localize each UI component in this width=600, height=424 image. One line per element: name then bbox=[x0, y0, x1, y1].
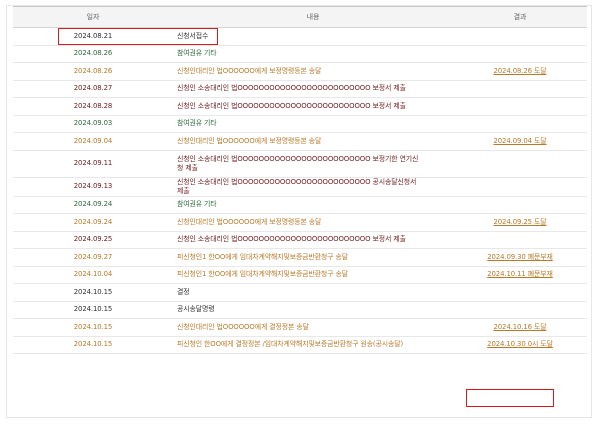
table-row: 2024.10.15 신청인대리인 법OOOOOO에게 결정정본 송달 2024… bbox=[13, 318, 587, 337]
row-date: 2024.08.27 bbox=[13, 80, 173, 98]
row-date: 2024.10.04 bbox=[13, 266, 173, 284]
row-result bbox=[453, 283, 587, 302]
table-row: 2024.09.25 신청인 소송대리인 법OOOOOOOOOOOOOOOOOO… bbox=[13, 231, 587, 249]
case-progress-panel: 일자 내용 결과 2024.08.21 신청서접수 2024.08.26 참여권… bbox=[6, 5, 592, 418]
table-row: 2024.08.21 신청서접수 bbox=[13, 27, 587, 46]
row-content: 결정 bbox=[173, 283, 453, 302]
row-result bbox=[453, 177, 587, 197]
row-result bbox=[453, 301, 587, 319]
row-content: 신청인 소송대리인 법OOOOOOOOOOOOOOOOOOOOOOOOO 보정기… bbox=[173, 150, 453, 178]
row-date: 2024.09.04 bbox=[13, 132, 173, 151]
row-content: 신청인 소송대리인 법OOOOOOOOOOOOOOOOOOOOOOOOO 공시송… bbox=[173, 177, 453, 197]
row-result-link[interactable]: 2024.10.11 폐문부재 bbox=[487, 270, 553, 278]
row-content: 신청인 소송대리인 법OOOOOOOOOOOOOOOOOOOOOOOOO 보정서… bbox=[173, 231, 453, 249]
row-date: 2024.09.24 bbox=[13, 213, 173, 232]
row-date: 2024.09.11 bbox=[13, 150, 173, 178]
table-row: 2024.09.27 피신청인1 한OO에게 임대차계약해지및보증금반환청구 송… bbox=[13, 248, 587, 267]
row-content: 참여권유 기타 bbox=[173, 45, 453, 63]
row-result bbox=[453, 80, 587, 98]
row-date: 2024.10.15 bbox=[13, 336, 173, 354]
table-row: 2024.10.15 결정 bbox=[13, 283, 587, 302]
row-result-link[interactable]: 2024.10.30 0시 도달 bbox=[487, 340, 553, 348]
row-result-link[interactable]: 2024.09.04 도달 bbox=[493, 137, 546, 145]
row-date: 2024.09.25 bbox=[13, 231, 173, 249]
table-row: 2024.10.04 피신청인1 한OO에게 임대차계약해지및보증금반환청구 송… bbox=[13, 266, 587, 284]
row-result bbox=[453, 231, 587, 249]
row-content: 공시송달명령 bbox=[173, 301, 453, 319]
row-content: 신청인대리인 법OOOOOO에게 결정정본 송달 bbox=[173, 318, 453, 337]
row-content: 피신청인 한OO에게 결정정본 /임대차계약해지및보증금반환청구 원송(공시송달… bbox=[173, 336, 453, 354]
table-row: 2024.09.03 참여권유 기타 bbox=[13, 115, 587, 133]
row-result bbox=[453, 45, 587, 63]
row-content: 참여권유 기타 bbox=[173, 196, 453, 214]
row-result-link[interactable]: 2024.08.26 도달 bbox=[493, 67, 546, 75]
header-result: 결과 bbox=[453, 6, 587, 28]
row-result bbox=[453, 196, 587, 214]
row-date: 2024.08.26 bbox=[13, 45, 173, 63]
row-date: 2024.10.15 bbox=[13, 283, 173, 302]
row-result-link[interactable]: 2024.10.16 도달 bbox=[493, 323, 546, 331]
header-date: 일자 bbox=[13, 6, 173, 28]
table-row: 2024.10.15 피신청인 한OO에게 결정정본 /임대차계약해지및보증금반… bbox=[13, 336, 587, 354]
table-row: 2024.09.24 참여권유 기타 bbox=[13, 196, 587, 214]
row-date: 2024.09.24 bbox=[13, 196, 173, 214]
row-date: 2024.09.13 bbox=[13, 177, 173, 197]
table-header-row: 일자 내용 결과 bbox=[13, 6, 587, 28]
row-date: 2024.08.21 bbox=[13, 27, 173, 46]
row-content: 신청서접수 bbox=[173, 27, 453, 46]
row-date: 2024.09.03 bbox=[13, 115, 173, 133]
table-body: 2024.08.21 신청서접수 2024.08.26 참여권유 기타 2024… bbox=[13, 27, 587, 354]
table-row: 2024.10.15 공시송달명령 bbox=[13, 301, 587, 319]
row-result-link[interactable]: 2024.09.30 폐문부재 bbox=[487, 253, 553, 261]
case-progress-table: 일자 내용 결과 2024.08.21 신청서접수 2024.08.26 참여권… bbox=[13, 6, 587, 354]
table-row: 2024.09.11 신청인 소송대리인 법OOOOOOOOOOOOOOOOOO… bbox=[13, 150, 587, 178]
row-content: 신청인대리인 법OOOOOO에게 보정명령등본 송달 bbox=[173, 62, 453, 81]
row-date: 2024.10.15 bbox=[13, 318, 173, 337]
row-date: 2024.08.26 bbox=[13, 62, 173, 81]
row-date: 2024.08.28 bbox=[13, 97, 173, 116]
row-content: 피신청인1 한OO에게 임대차계약해지및보증금반환청구 송달 bbox=[173, 266, 453, 284]
table-row: 2024.08.26 신청인대리인 법OOOOOO에게 보정명령등본 송달 20… bbox=[13, 62, 587, 81]
table-row: 2024.08.26 참여권유 기타 bbox=[13, 45, 587, 63]
row-content: 피신청인1 한OO에게 임대차계약해지및보증금반환청구 송달 bbox=[173, 248, 453, 267]
table-row: 2024.09.24 신청인대리인 법OOOOOO에게 보정명령등본 송달 20… bbox=[13, 213, 587, 232]
row-date: 2024.10.15 bbox=[13, 301, 173, 319]
row-content: 신청인대리인 법OOOOOO에게 보정명령등본 송달 bbox=[173, 132, 453, 151]
table-row: 2024.09.13 신청인 소송대리인 법OOOOOOOOOOOOOOOOOO… bbox=[13, 177, 587, 197]
row-result bbox=[453, 27, 587, 46]
row-result bbox=[453, 115, 587, 133]
row-result bbox=[453, 97, 587, 116]
row-date: 2024.09.27 bbox=[13, 248, 173, 267]
header-content: 내용 bbox=[173, 6, 453, 28]
table-row: 2024.08.28 신청인 소송대리인 법OOOOOOOOOOOOOOOOOO… bbox=[13, 97, 587, 116]
row-content: 참여권유 기타 bbox=[173, 115, 453, 133]
row-result bbox=[453, 150, 587, 178]
row-content: 신청인대리인 법OOOOOO에게 보정명령등본 송달 bbox=[173, 213, 453, 232]
table-row: 2024.08.27 신청인 소송대리인 법OOOOOOOOOOOOOOOOOO… bbox=[13, 80, 587, 98]
row-content: 신청인 소송대리인 법OOOOOOOOOOOOOOOOOOOOOOOOO 보정서… bbox=[173, 80, 453, 98]
table-row: 2024.09.04 신청인대리인 법OOOOOO에게 보정명령등본 송달 20… bbox=[13, 132, 587, 151]
row-result-link[interactable]: 2024.09.25 도달 bbox=[493, 218, 546, 226]
row-content: 신청인 소송대리인 법OOOOOOOOOOOOOOOOOOOOOOOOO 보정서… bbox=[173, 97, 453, 116]
